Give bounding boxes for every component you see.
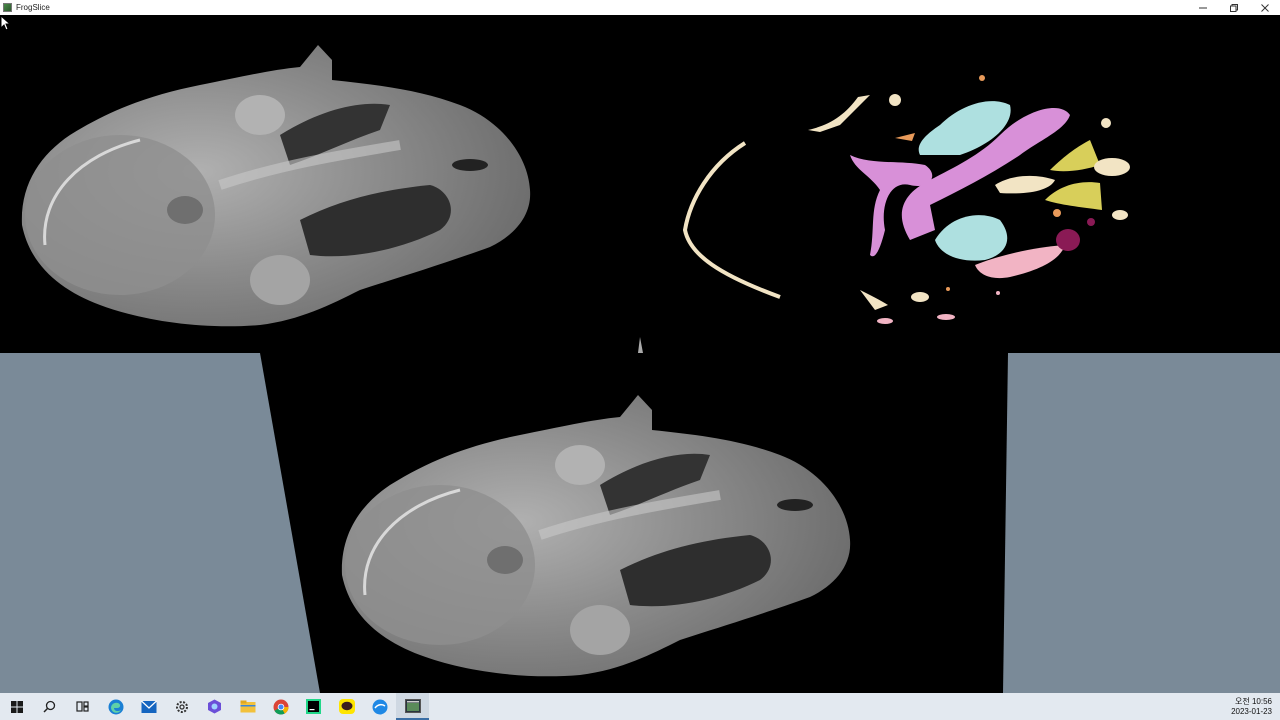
task-view-button[interactable] xyxy=(66,693,99,720)
pycharm-icon xyxy=(306,699,321,714)
taskbar-app-settings[interactable] xyxy=(165,693,198,720)
taskbar-app-pycharm[interactable] xyxy=(297,693,330,720)
task-view-icon xyxy=(76,701,89,712)
taskbar-app-edge[interactable] xyxy=(99,693,132,720)
mail-icon xyxy=(140,700,157,713)
clock-date: 2023-01-23 xyxy=(1231,706,1272,716)
close-icon xyxy=(1260,3,1269,12)
window-controls xyxy=(1187,0,1280,15)
copilot-icon xyxy=(208,699,221,714)
settings-icon xyxy=(175,700,188,713)
search-button[interactable] xyxy=(33,693,66,720)
taskbar-app-frogslice[interactable] xyxy=(396,693,429,720)
kakaotalk-icon xyxy=(338,699,355,714)
render-viewport[interactable] xyxy=(0,15,1280,693)
frogslice-app-icon xyxy=(404,698,421,713)
frogslice-icon xyxy=(3,3,12,12)
scene xyxy=(0,15,1280,693)
taskbar-app-blue[interactable] xyxy=(363,693,396,720)
taskbar-app-mail[interactable] xyxy=(132,693,165,720)
window-title: FrogSlice xyxy=(16,3,50,12)
taskbar: 오전 10:56 2023-01-23 xyxy=(0,693,1280,720)
taskbar-app-kakaotalk[interactable] xyxy=(330,693,363,720)
taskbar-app-chrome[interactable] xyxy=(264,693,297,720)
start-button[interactable] xyxy=(0,693,33,720)
restore-icon xyxy=(1229,3,1238,12)
file-explorer-icon xyxy=(240,700,255,713)
title-bar: FrogSlice xyxy=(0,0,1280,15)
mouse-cursor-icon xyxy=(0,15,12,31)
clock-time: 오전 10:56 xyxy=(1235,696,1272,706)
restore-button[interactable] xyxy=(1218,0,1249,15)
close-button[interactable] xyxy=(1249,0,1280,15)
system-clock[interactable]: 오전 10:56 2023-01-23 xyxy=(1212,697,1280,717)
windows-start-icon xyxy=(10,700,23,713)
taskbar-app-file-explorer[interactable] xyxy=(231,693,264,720)
minimize-icon xyxy=(1198,7,1207,8)
blue-app-icon xyxy=(372,699,387,714)
minimize-button[interactable] xyxy=(1187,0,1218,15)
edge-icon xyxy=(108,699,123,714)
chrome-icon xyxy=(273,699,288,714)
search-icon xyxy=(43,700,56,713)
taskbar-app-copilot[interactable] xyxy=(198,693,231,720)
